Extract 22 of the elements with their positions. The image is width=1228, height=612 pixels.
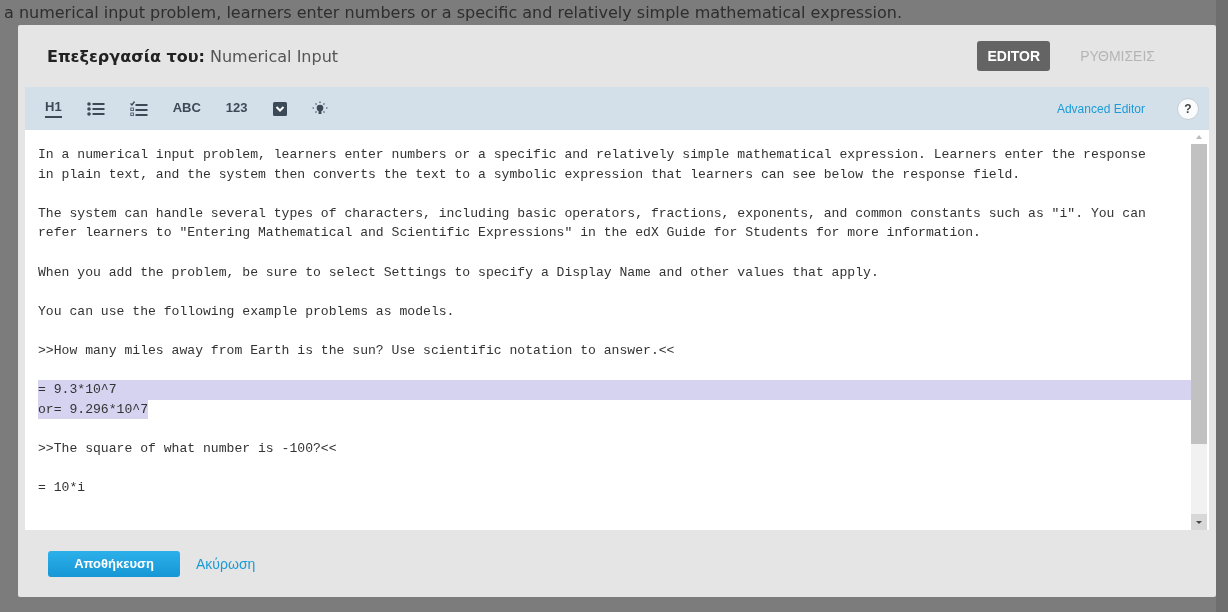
code-line: refer learners to "Entering Mathematical and Scientific Expressions" in the edX Guide for Students for more information. xyxy=(38,224,981,243)
format-button[interactable]: ABC xyxy=(172,100,201,117)
dialog-title: Επεξεργασία του: Numerical Input xyxy=(47,46,339,66)
code-line: The system can handle several types of characters, including basic operators, fractions, exponents, and common constants such as "i". You can xyxy=(38,204,1146,223)
bulleted-list-icon[interactable] xyxy=(86,101,105,116)
code-line: In a numerical input problem, learners enter numbers or a specific and relatively simple mathematical expression. Learners enter the response xyxy=(38,146,1146,164)
code-line: in plain text, and the system then converts the text to a symbolic expression that learners can see below the response field. xyxy=(38,165,1021,184)
code-line: = 10*i xyxy=(38,479,86,498)
scrollbar[interactable] xyxy=(1191,130,1207,530)
code-line: When you add the problem, be sure to select Settings to specify a Display Name and other values that apply. xyxy=(38,263,879,282)
dropdown-icon[interactable] xyxy=(272,101,287,116)
help-button[interactable]: ? xyxy=(1177,97,1199,120)
code-line: >>The square of what number is -100?<< xyxy=(38,439,337,458)
checklist-icon[interactable] xyxy=(129,100,148,117)
scroll-down-icon[interactable] xyxy=(1191,514,1207,530)
background-text: a numerical input problem, learners enter numbers or a specific and relatively simple mathematical expression. xyxy=(3,2,902,24)
code-line: You can use the following example problems as models. xyxy=(38,302,455,321)
format-button[interactable]: 123 xyxy=(225,100,248,117)
code-line: >>How many miles away from Earth is the sun? Use scientific notation to answer.<< xyxy=(38,341,675,360)
mode-tab[interactable]: EDITOR xyxy=(977,41,1051,71)
format-button[interactable]: H1 xyxy=(45,99,62,118)
lightbulb-icon[interactable] xyxy=(311,100,328,117)
